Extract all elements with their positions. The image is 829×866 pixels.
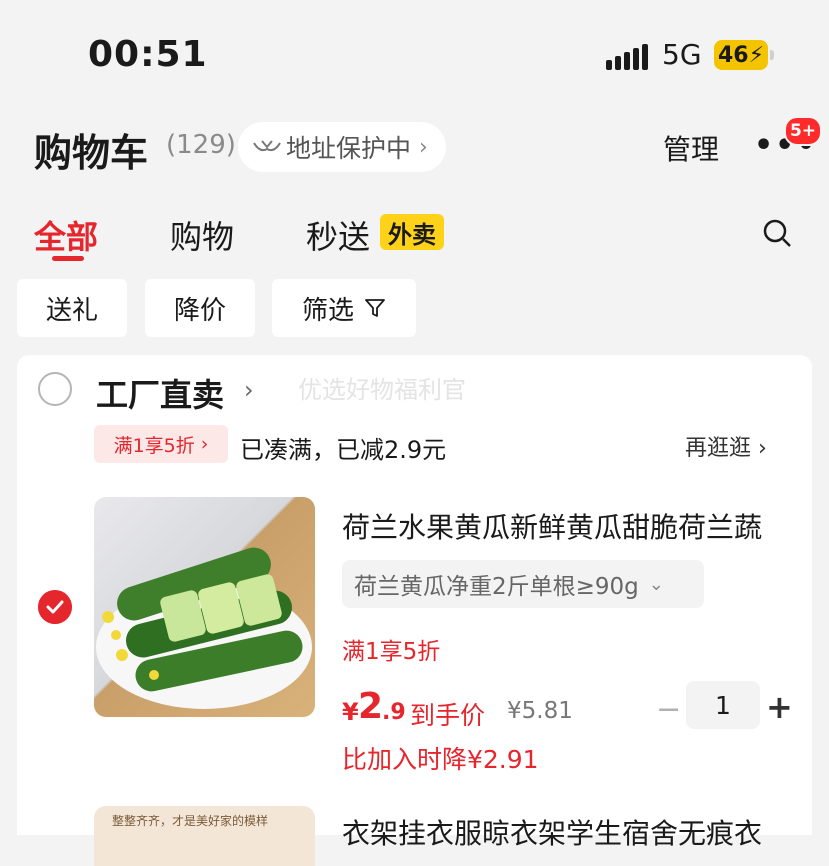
status-time: 00:51 bbox=[88, 34, 208, 75]
watermark-text: 优选好物福利官 bbox=[298, 376, 466, 404]
final-price-label: 到手价 bbox=[410, 701, 486, 730]
sku-label: 荷兰黄瓜净重2斤单根≥90g bbox=[354, 574, 639, 600]
original-price: ¥5.81 bbox=[507, 698, 573, 724]
price-integer: 2 bbox=[358, 686, 384, 727]
protect-icon bbox=[253, 140, 281, 152]
battery-indicator: 46 ⚡ bbox=[714, 40, 768, 70]
address-protect-label: 地址保护中 bbox=[286, 134, 412, 163]
sku-selector[interactable]: 荷兰黄瓜净重2斤单根≥90g ⌄ bbox=[342, 560, 704, 608]
network-type: 5G bbox=[662, 38, 702, 71]
promo-chip[interactable]: 满1享5折 › bbox=[94, 425, 228, 463]
search-icon[interactable] bbox=[762, 218, 792, 248]
chevron-down-icon: ⌄ bbox=[648, 573, 664, 595]
promo-status-text: 已凑满，已减2.9元 bbox=[240, 436, 447, 464]
quantity-input[interactable]: 1 bbox=[686, 681, 760, 729]
cucumber-illustration bbox=[96, 547, 312, 709]
quantity-decrease-button[interactable]: − bbox=[656, 692, 681, 727]
tab-all[interactable]: 全部 bbox=[34, 212, 98, 258]
product-title[interactable]: 荷兰水果黄瓜新鲜黄瓜甜脆荷兰蔬 bbox=[342, 506, 762, 546]
chevron-right-icon: › bbox=[751, 436, 767, 461]
product-image-cucumber[interactable] bbox=[94, 497, 315, 717]
tab-express[interactable]: 秒送 bbox=[306, 212, 370, 258]
product-title[interactable]: 衣架挂衣服晾衣架学生宿舍无痕衣 bbox=[342, 812, 762, 852]
price-drop-note: 比加入时降¥2.91 bbox=[342, 745, 539, 774]
address-protect-button[interactable]: 地址保护中 › bbox=[238, 122, 446, 172]
price-decimal: .9 bbox=[382, 700, 406, 725]
filter-label: 筛选 bbox=[301, 295, 354, 326]
browse-more-label: 再逛逛 bbox=[685, 436, 752, 461]
notification-badge: 5+ bbox=[784, 116, 822, 146]
browse-more-link[interactable]: 再逛逛 › bbox=[685, 430, 767, 462]
manage-button[interactable]: 管理 bbox=[663, 128, 719, 168]
cellular-signal-icon bbox=[606, 44, 648, 70]
filter-button[interactable]: 筛选 bbox=[272, 279, 416, 337]
battery-tip bbox=[770, 50, 774, 60]
chevron-right-icon[interactable]: › bbox=[244, 376, 254, 404]
shop-select-checkbox[interactable] bbox=[38, 372, 72, 406]
battery-level: 46 bbox=[717, 42, 749, 68]
filter-price-drop-button[interactable]: 降价 bbox=[145, 279, 255, 337]
takeout-tag: 外卖 bbox=[380, 214, 444, 250]
chevron-right-icon: › bbox=[194, 433, 209, 455]
tab-shopping[interactable]: 购物 bbox=[170, 212, 234, 258]
deal-label: 满1享5折 bbox=[342, 639, 441, 665]
funnel-icon bbox=[365, 299, 385, 317]
product-image-caption: 整整齐齐，才是美好家的模样 bbox=[112, 814, 269, 828]
shop-name[interactable]: 工厂直卖 bbox=[96, 370, 224, 416]
quantity-increase-button[interactable]: + bbox=[766, 688, 793, 726]
cart-count: (129) bbox=[166, 130, 236, 160]
price-currency: ¥ bbox=[342, 698, 359, 726]
page-title: 购物车 bbox=[34, 131, 149, 175]
chevron-right-icon: › bbox=[419, 134, 428, 160]
active-tab-indicator bbox=[52, 256, 84, 261]
item-selected-checkbox[interactable] bbox=[38, 590, 72, 624]
promo-chip-label: 满1享5折 bbox=[113, 434, 195, 457]
filter-gift-button[interactable]: 送礼 bbox=[17, 279, 127, 337]
charging-bolt-icon: ⚡ bbox=[748, 42, 765, 68]
